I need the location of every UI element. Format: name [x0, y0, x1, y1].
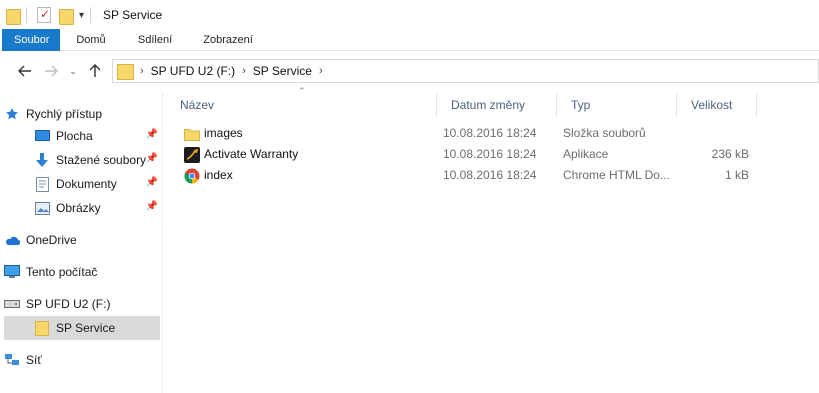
file-row[interactable]: Activate Warranty 10.08.2016 18:24 Aplik… — [166, 144, 819, 165]
sidebar-item-label: SP Service — [56, 321, 116, 335]
properties-icon[interactable] — [37, 7, 51, 23]
file-row[interactable]: index 10.08.2016 18:24 Chrome HTML Do...… — [166, 165, 819, 186]
column-headers: ⌃ Název Datum změny Typ Velikost — [166, 86, 819, 118]
document-icon — [34, 176, 50, 192]
chevron-right-icon[interactable]: › — [319, 65, 323, 77]
navigation-row: ⌄ › SP UFD U2 (F:) › SP Service › — [0, 54, 819, 88]
sidebar-item-label: Síť — [26, 353, 42, 367]
file-name: index — [204, 168, 233, 182]
sidebar-item-usb-drive[interactable]: SP UFD U2 (F:) — [4, 292, 160, 316]
folder-icon — [184, 126, 200, 142]
sidebar-item-this-pc[interactable]: Tento počítač — [4, 260, 160, 284]
window-title: SP Service — [103, 8, 163, 22]
divider — [90, 7, 92, 23]
sidebar-item-downloads[interactable]: Stažené soubory 📌 — [34, 148, 160, 172]
sidebar-item-onedrive[interactable]: OneDrive — [4, 228, 160, 252]
address-bar[interactable]: › SP UFD U2 (F:) › SP Service › — [112, 59, 819, 83]
folder-icon — [117, 63, 134, 80]
sidebar-item-label: Rychlý přístup — [26, 107, 103, 121]
cloud-icon — [4, 232, 20, 248]
sidebar-item-network[interactable]: Síť — [4, 348, 160, 372]
computer-icon — [4, 264, 20, 280]
chrome-icon — [184, 168, 200, 184]
new-folder-icon[interactable] — [59, 7, 74, 25]
sidebar-item-sp-service[interactable]: SP Service — [4, 316, 160, 340]
sidebar-item-label: SP UFD U2 (F:) — [26, 297, 111, 311]
pictures-icon — [34, 200, 50, 216]
tab-home[interactable]: Domů — [60, 29, 122, 51]
title-bar: ▾ SP Service — [0, 0, 819, 30]
file-row[interactable]: images 10.08.2016 18:24 Složka souborů — [166, 123, 819, 144]
chevron-right-icon[interactable]: › — [242, 65, 246, 77]
file-name: images — [204, 126, 243, 140]
chevron-right-icon[interactable]: › — [140, 65, 144, 77]
forward-arrow-icon — [45, 65, 58, 77]
app-icon — [184, 146, 200, 163]
file-size: 236 kB — [711, 147, 749, 161]
file-list: ⌃ Název Datum změny Typ Velikost images … — [166, 86, 819, 393]
file-size: 1 kB — [724, 168, 749, 182]
column-header-size[interactable]: Velikost — [677, 92, 757, 118]
breadcrumb-current-folder[interactable]: SP Service — [253, 64, 312, 78]
file-type: Složka souborů — [563, 126, 646, 140]
back-arrow-icon — [18, 65, 31, 77]
sidebar-item-label: Tento počítač — [26, 265, 98, 279]
ribbon-tabs: Soubor Domů Sdílení Zobrazení — [0, 29, 819, 51]
network-icon — [4, 352, 20, 368]
file-name: Activate Warranty — [204, 147, 299, 161]
sidebar-item-documents[interactable]: Dokumenty 📌 — [34, 172, 160, 196]
recent-locations-button[interactable]: ⌄ — [64, 59, 82, 83]
quick-access-toolbar: ▾ — [6, 7, 97, 25]
tab-view[interactable]: Zobrazení — [188, 29, 268, 51]
file-date: 10.08.2016 18:24 — [443, 168, 537, 182]
customize-toolbar-icon[interactable]: ▾ — [79, 10, 84, 21]
file-size — [683, 123, 749, 144]
tab-share[interactable]: Sdílení — [122, 29, 188, 51]
sidebar-item-label: OneDrive — [26, 233, 77, 247]
sidebar-item-label: Stažené soubory — [56, 153, 147, 167]
file-type: Chrome HTML Do... — [563, 168, 670, 182]
pin-icon[interactable]: 📌 — [146, 201, 158, 212]
folder-icon — [6, 7, 21, 25]
sidebar-item-label: Dokumenty — [56, 177, 117, 191]
file-type: Aplikace — [563, 147, 609, 161]
drive-icon — [4, 296, 20, 312]
navigation-pane: Rychlý přístup Plocha 📌 Stažené soubory … — [0, 92, 163, 393]
up-arrow-icon — [89, 64, 101, 77]
file-date: 10.08.2016 18:24 — [443, 147, 537, 161]
breadcrumb-drive[interactable]: SP UFD U2 (F:) — [151, 64, 235, 78]
tab-file[interactable]: Soubor — [2, 29, 60, 51]
column-header-date[interactable]: Datum změny — [437, 92, 557, 118]
column-header-type[interactable]: Typ — [557, 92, 677, 118]
sidebar-item-quick-access[interactable]: Rychlý přístup — [4, 102, 160, 126]
divider — [26, 7, 27, 23]
sidebar-item-label: Plocha — [56, 129, 93, 143]
back-button[interactable] — [12, 59, 38, 83]
pin-icon[interactable]: 📌 — [146, 129, 158, 140]
up-button[interactable] — [82, 59, 108, 83]
pin-icon[interactable]: 📌 — [146, 177, 158, 188]
star-icon — [4, 106, 20, 122]
sidebar-item-label: Obrázky — [56, 201, 101, 215]
folder-icon — [34, 320, 50, 336]
column-header-name[interactable]: Název — [166, 92, 437, 118]
pin-icon[interactable]: 📌 — [146, 153, 158, 164]
chevron-down-icon: ⌄ — [69, 65, 77, 76]
sidebar-item-desktop[interactable]: Plocha 📌 — [34, 124, 160, 148]
file-date: 10.08.2016 18:24 — [443, 126, 537, 140]
forward-button[interactable] — [38, 59, 64, 83]
desktop-icon — [34, 128, 50, 144]
download-icon — [34, 152, 50, 168]
sidebar-item-pictures[interactable]: Obrázky 📌 — [34, 196, 160, 220]
